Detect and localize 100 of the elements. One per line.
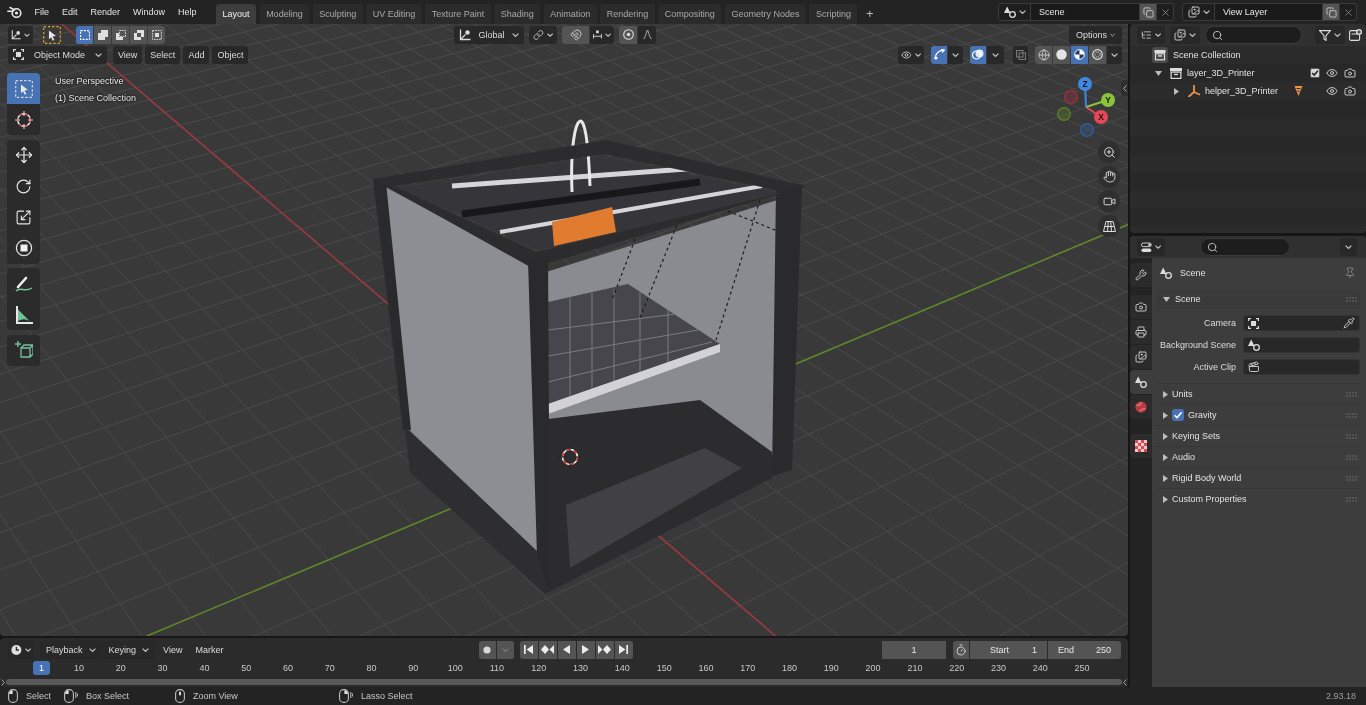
search-field[interactable]	[1200, 238, 1290, 256]
workspace-tab[interactable]: Scripting	[809, 4, 858, 24]
tool-button[interactable]	[7, 232, 40, 264]
panel-header[interactable]: Custom Properties	[1156, 488, 1360, 509]
shading-mode-button[interactable]	[1071, 45, 1088, 64]
playback-button[interactable]	[595, 640, 614, 659]
tool-button[interactable]	[7, 139, 40, 171]
collapsed-triangle-icon[interactable]	[1163, 432, 1168, 440]
eye-icon[interactable]	[1326, 85, 1338, 97]
search-field[interactable]	[1205, 26, 1302, 44]
menu-item[interactable]: Render	[84, 0, 127, 24]
drag-handle-icon[interactable]	[1346, 433, 1358, 439]
drag-handle-icon[interactable]	[1346, 391, 1358, 397]
expanded-triangle-icon[interactable]	[1155, 70, 1162, 76]
checkbox[interactable]	[1172, 409, 1184, 421]
workspace-tab[interactable]: Rendering	[600, 4, 655, 24]
menu-item[interactable]: View	[157, 640, 189, 659]
tool-button[interactable]	[7, 104, 40, 135]
workspace-tab[interactable]: Sculpting	[312, 4, 363, 24]
playback-button[interactable]	[519, 640, 538, 659]
visibility-dropdown[interactable]	[898, 45, 924, 64]
falloff-dropdown[interactable]	[638, 25, 656, 44]
eye-icon[interactable]	[1326, 67, 1338, 79]
pivot-dropdown[interactable]	[8, 25, 33, 44]
xray-toggle[interactable]	[1013, 45, 1028, 64]
expanded-triangle-icon[interactable]	[1163, 296, 1170, 302]
playback-button[interactable]	[557, 640, 576, 659]
view-layer-filter-dropdown[interactable]	[1170, 26, 1200, 44]
workspace-tab[interactable]: Geometry Nodes	[724, 4, 806, 24]
tree-item[interactable]: Scene Collection	[1173, 50, 1241, 60]
current-frame-indicator[interactable]: 1	[33, 661, 50, 675]
collapsed-triangle-icon[interactable]	[1163, 390, 1168, 398]
active-tool-button[interactable]	[43, 25, 61, 44]
properties-tab[interactable]	[1130, 395, 1152, 419]
selection-mode-button[interactable]	[76, 25, 93, 44]
camera-icon[interactable]	[1344, 67, 1356, 79]
pivot-point-dropdown[interactable]	[529, 25, 557, 44]
start-frame-field[interactable]: Start 1	[970, 640, 1047, 659]
workspace-tab[interactable]: Texture Paint	[425, 4, 491, 24]
tree-item[interactable]: helper_3D_Printer	[1205, 86, 1279, 96]
view-layer-name-field[interactable]: View Layer	[1215, 3, 1323, 21]
overlays-toggle[interactable]	[970, 45, 986, 64]
gizmo-toggle[interactable]	[931, 45, 947, 64]
zoom-button[interactable]	[1098, 141, 1120, 163]
properties-tab[interactable]	[1130, 434, 1152, 458]
end-frame-field[interactable]: End 250	[1048, 640, 1121, 659]
scene-field[interactable]	[1243, 337, 1360, 353]
collapsed-triangle-icon[interactable]	[1163, 474, 1168, 482]
drag-handle-icon[interactable]	[1346, 475, 1358, 481]
tree-item[interactable]: layer_3D_Printer	[1187, 68, 1255, 78]
camera-field[interactable]	[1243, 315, 1360, 331]
tool-button[interactable]	[7, 268, 40, 299]
auto-keying-toggle[interactable]	[478, 640, 496, 659]
projection-toggle-button[interactable]	[1098, 215, 1120, 238]
pan-button[interactable]	[1098, 165, 1120, 188]
selection-mode-button[interactable]	[112, 25, 129, 44]
menu-item[interactable]: File	[28, 0, 56, 24]
filter-dropdown[interactable]	[1315, 26, 1345, 44]
menu-item[interactable]: Window	[126, 0, 172, 24]
playback-button[interactable]	[538, 640, 557, 659]
negative-z-axis-handle[interactable]	[1080, 123, 1094, 137]
orientation-dropdown[interactable]: Global	[454, 25, 524, 44]
scene-name-field[interactable]: Scene	[1031, 3, 1140, 21]
menu-item[interactable]: Help	[171, 0, 204, 24]
workspace-tab[interactable]: Shading	[494, 4, 541, 24]
panel-header[interactable]: Gravity	[1156, 404, 1360, 425]
preview-range-button[interactable]	[953, 640, 969, 659]
scene-browse-dropdown[interactable]	[998, 3, 1031, 21]
snap-target-dropdown[interactable]	[590, 25, 614, 44]
camera-icon[interactable]	[1344, 85, 1356, 97]
selection-mode-button[interactable]	[148, 25, 165, 44]
collapsed-triangle-icon[interactable]	[1163, 411, 1168, 419]
workspace-tab[interactable]: UV Editing	[366, 4, 422, 24]
workspace-tab[interactable]: Compositing	[658, 4, 722, 24]
new-scene-button[interactable]	[1140, 3, 1157, 21]
new-collection-button[interactable]	[1348, 26, 1363, 44]
workspace-tab[interactable]: Modeling	[259, 4, 310, 24]
z-axis-handle[interactable]: Z	[1078, 77, 1092, 108]
logo-icon[interactable]	[7, 6, 22, 18]
workspace-tab[interactable]: Layout	[216, 4, 257, 24]
menu-item[interactable]: Edit	[55, 0, 85, 24]
properties-tab[interactable]	[1130, 370, 1152, 394]
shading-mode-button[interactable]	[1053, 45, 1070, 64]
workspace-tab[interactable]: Animation	[543, 4, 597, 24]
x-axis-handle[interactable]: X	[1085, 106, 1108, 124]
drag-handle-icon[interactable]	[1346, 412, 1358, 418]
menu-item[interactable]: Marker	[189, 640, 230, 659]
drag-handle-icon[interactable]	[1346, 296, 1358, 302]
menu-item[interactable]: View	[113, 45, 143, 64]
options-dropdown[interactable]: Options	[1069, 25, 1122, 44]
selection-mode-button[interactable]	[94, 25, 111, 44]
properties-tab[interactable]	[1130, 295, 1152, 319]
proportional-editing-toggle[interactable]	[619, 25, 637, 44]
panel-header[interactable]: Keying Sets	[1156, 425, 1360, 446]
sidebar-toggle-button[interactable]	[1121, 80, 1128, 96]
collapsed-triangle-icon[interactable]	[1174, 87, 1179, 95]
y-axis-handle[interactable]: Y	[1085, 93, 1115, 108]
clip-field[interactable]	[1243, 359, 1360, 375]
menu-item[interactable]: Select	[145, 45, 181, 64]
delete-scene-button[interactable]	[1157, 3, 1174, 21]
